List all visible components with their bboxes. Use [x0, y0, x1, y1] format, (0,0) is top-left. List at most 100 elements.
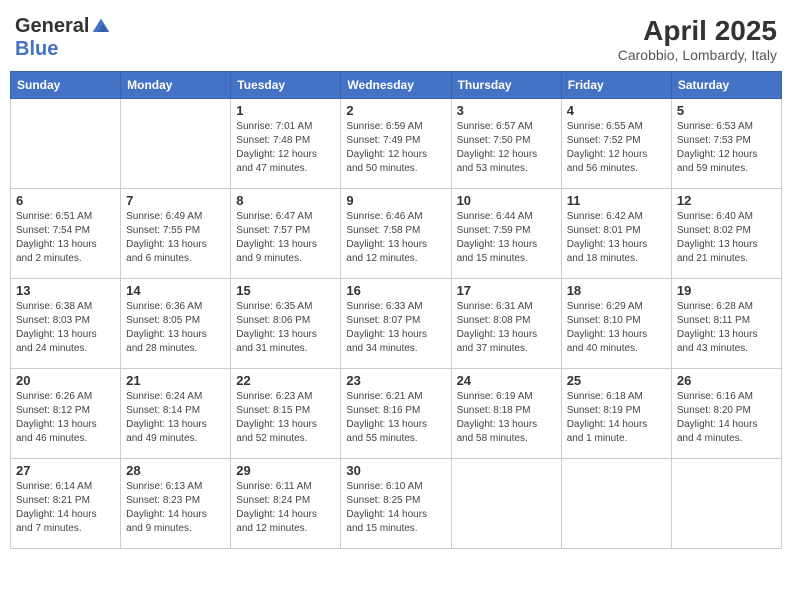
calendar-cell: 4 Sunrise: 6:55 AM Sunset: 7:52 PM Daylig…: [561, 99, 671, 189]
calendar-cell: 2 Sunrise: 6:59 AM Sunset: 7:49 PM Daylig…: [341, 99, 451, 189]
calendar-cell: [561, 459, 671, 549]
day-number: 6: [16, 193, 115, 208]
day-number: 5: [677, 103, 776, 118]
calendar-cell: 17Sunrise: 6:31 AM Sunset: 8:08 PM Dayli…: [451, 279, 561, 369]
week-row-2: 6 Sunrise: 6:51 AM Sunset: 7:54 PM Daylig…: [11, 189, 782, 279]
day-number: 2: [346, 103, 445, 118]
logo-icon: [91, 17, 111, 37]
weekday-header-thursday: Thursday: [451, 72, 561, 99]
calendar-cell: 8 Sunrise: 6:47 AM Sunset: 7:57 PM Daylig…: [231, 189, 341, 279]
day-number: 4: [567, 103, 666, 118]
month-year-title: April 2025: [618, 15, 777, 47]
calendar-cell: 1Sunrise: 7:01 AM Sunset: 7:48 PM Daylig…: [231, 99, 341, 189]
day-info: Sunrise: 6:38 AM Sunset: 8:03 PM Dayligh…: [16, 300, 115, 356]
day-info: Sunrise: 6:23 AM Sunset: 8:15 PM Dayligh…: [236, 390, 335, 446]
logo-general-text: General: [15, 15, 89, 38]
day-number: 15: [236, 283, 335, 298]
day-info: Sunrise: 6:14 AM Sunset: 8:21 PM Dayligh…: [16, 480, 115, 536]
day-info: Sunrise: 6:42 AM Sunset: 8:01 PM Dayligh…: [567, 210, 666, 266]
day-info: Sunrise: 6:59 AM Sunset: 7:49 PM Dayligh…: [346, 120, 445, 176]
week-row-3: 13 Sunrise: 6:38 AM Sunset: 8:03 PM Dayli…: [11, 279, 782, 369]
calendar-cell: 21Sunrise: 6:24 AM Sunset: 8:14 PM Dayli…: [121, 369, 231, 459]
title-section: April 2025 Carobbio, Lombardy, Italy: [618, 15, 777, 63]
calendar-cell: [121, 99, 231, 189]
calendar-cell: 23 Sunrise: 6:21 AM Sunset: 8:16 PM Dayli…: [341, 369, 451, 459]
calendar-cell: 22Sunrise: 6:23 AM Sunset: 8:15 PM Dayli…: [231, 369, 341, 459]
calendar-cell: 19 Sunrise: 6:28 AM Sunset: 8:11 PM Dayli…: [671, 279, 781, 369]
calendar-cell: 9 Sunrise: 6:46 AM Sunset: 7:58 PM Daylig…: [341, 189, 451, 279]
weekday-header-saturday: Saturday: [671, 72, 781, 99]
calendar-cell: 20 Sunrise: 6:26 AM Sunset: 8:12 PM Dayli…: [11, 369, 121, 459]
weekday-header-wednesday: Wednesday: [341, 72, 451, 99]
day-number: 13: [16, 283, 115, 298]
day-info: Sunrise: 6:31 AM Sunset: 8:08 PM Dayligh…: [457, 300, 556, 356]
day-number: 3: [457, 103, 556, 118]
calendar-cell: 24Sunrise: 6:19 AM Sunset: 8:18 PM Dayli…: [451, 369, 561, 459]
calendar-cell: 15 Sunrise: 6:35 AM Sunset: 8:06 PM Dayli…: [231, 279, 341, 369]
day-info: Sunrise: 6:21 AM Sunset: 8:16 PM Dayligh…: [346, 390, 445, 446]
day-info: Sunrise: 6:44 AM Sunset: 7:59 PM Dayligh…: [457, 210, 556, 266]
weekday-header-monday: Monday: [121, 72, 231, 99]
day-number: 27: [16, 463, 115, 478]
day-info: Sunrise: 6:36 AM Sunset: 8:05 PM Dayligh…: [126, 300, 225, 356]
calendar-cell: 12 Sunrise: 6:40 AM Sunset: 8:02 PM Dayli…: [671, 189, 781, 279]
day-info: Sunrise: 6:28 AM Sunset: 8:11 PM Dayligh…: [677, 300, 776, 356]
day-info: Sunrise: 6:55 AM Sunset: 7:52 PM Dayligh…: [567, 120, 666, 176]
day-info: Sunrise: 6:19 AM Sunset: 8:18 PM Dayligh…: [457, 390, 556, 446]
calendar-cell: 13 Sunrise: 6:38 AM Sunset: 8:03 PM Dayli…: [11, 279, 121, 369]
location-subtitle: Carobbio, Lombardy, Italy: [618, 47, 777, 63]
calendar-cell: 25 Sunrise: 6:18 AM Sunset: 8:19 PM Dayli…: [561, 369, 671, 459]
calendar-cell: 11 Sunrise: 6:42 AM Sunset: 8:01 PM Dayli…: [561, 189, 671, 279]
day-number: 14: [126, 283, 225, 298]
page-header: General Blue April 2025 Carobbio, Lombar…: [10, 10, 782, 63]
day-number: 18: [567, 283, 666, 298]
day-info: Sunrise: 6:24 AM Sunset: 8:14 PM Dayligh…: [126, 390, 225, 446]
day-number: 23: [346, 373, 445, 388]
weekday-header-row: SundayMondayTuesdayWednesdayThursdayFrid…: [11, 72, 782, 99]
day-number: 8: [236, 193, 335, 208]
calendar-cell: 3 Sunrise: 6:57 AM Sunset: 7:50 PM Daylig…: [451, 99, 561, 189]
day-number: 26: [677, 373, 776, 388]
day-info: Sunrise: 6:13 AM Sunset: 8:23 PM Dayligh…: [126, 480, 225, 536]
day-number: 7: [126, 193, 225, 208]
day-info: Sunrise: 6:51 AM Sunset: 7:54 PM Dayligh…: [16, 210, 115, 266]
day-info: Sunrise: 6:46 AM Sunset: 7:58 PM Dayligh…: [346, 210, 445, 266]
day-number: 25: [567, 373, 666, 388]
weekday-header-tuesday: Tuesday: [231, 72, 341, 99]
day-number: 29: [236, 463, 335, 478]
calendar-cell: [11, 99, 121, 189]
day-info: Sunrise: 6:26 AM Sunset: 8:12 PM Dayligh…: [16, 390, 115, 446]
calendar-cell: 30Sunrise: 6:10 AM Sunset: 8:25 PM Dayli…: [341, 459, 451, 549]
calendar-cell: 18 Sunrise: 6:29 AM Sunset: 8:10 PM Dayli…: [561, 279, 671, 369]
calendar-table: SundayMondayTuesdayWednesdayThursdayFrid…: [10, 71, 782, 549]
day-info: Sunrise: 6:57 AM Sunset: 7:50 PM Dayligh…: [457, 120, 556, 176]
day-number: 9: [346, 193, 445, 208]
day-info: Sunrise: 6:29 AM Sunset: 8:10 PM Dayligh…: [567, 300, 666, 356]
week-row-1: 1Sunrise: 7:01 AM Sunset: 7:48 PM Daylig…: [11, 99, 782, 189]
day-info: Sunrise: 6:16 AM Sunset: 8:20 PM Dayligh…: [677, 390, 776, 446]
day-number: 11: [567, 193, 666, 208]
day-number: 30: [346, 463, 445, 478]
day-info: Sunrise: 6:18 AM Sunset: 8:19 PM Dayligh…: [567, 390, 666, 446]
day-info: Sunrise: 6:49 AM Sunset: 7:55 PM Dayligh…: [126, 210, 225, 266]
calendar-cell: 27 Sunrise: 6:14 AM Sunset: 8:21 PM Dayli…: [11, 459, 121, 549]
day-info: Sunrise: 6:35 AM Sunset: 8:06 PM Dayligh…: [236, 300, 335, 356]
calendar-cell: 16Sunrise: 6:33 AM Sunset: 8:07 PM Dayli…: [341, 279, 451, 369]
calendar-cell: 26 Sunrise: 6:16 AM Sunset: 8:20 PM Dayli…: [671, 369, 781, 459]
logo: General Blue: [15, 15, 111, 61]
calendar-cell: [671, 459, 781, 549]
calendar-cell: [451, 459, 561, 549]
day-number: 12: [677, 193, 776, 208]
calendar-cell: 28Sunrise: 6:13 AM Sunset: 8:23 PM Dayli…: [121, 459, 231, 549]
weekday-header-friday: Friday: [561, 72, 671, 99]
day-number: 16: [346, 283, 445, 298]
week-row-5: 27 Sunrise: 6:14 AM Sunset: 8:21 PM Dayli…: [11, 459, 782, 549]
day-number: 20: [16, 373, 115, 388]
day-info: Sunrise: 6:53 AM Sunset: 7:53 PM Dayligh…: [677, 120, 776, 176]
day-number: 19: [677, 283, 776, 298]
day-info: Sunrise: 7:01 AM Sunset: 7:48 PM Dayligh…: [236, 120, 335, 176]
day-info: Sunrise: 6:47 AM Sunset: 7:57 PM Dayligh…: [236, 210, 335, 266]
logo-blue-text: Blue: [15, 38, 58, 61]
day-info: Sunrise: 6:11 AM Sunset: 8:24 PM Dayligh…: [236, 480, 335, 536]
day-info: Sunrise: 6:40 AM Sunset: 8:02 PM Dayligh…: [677, 210, 776, 266]
